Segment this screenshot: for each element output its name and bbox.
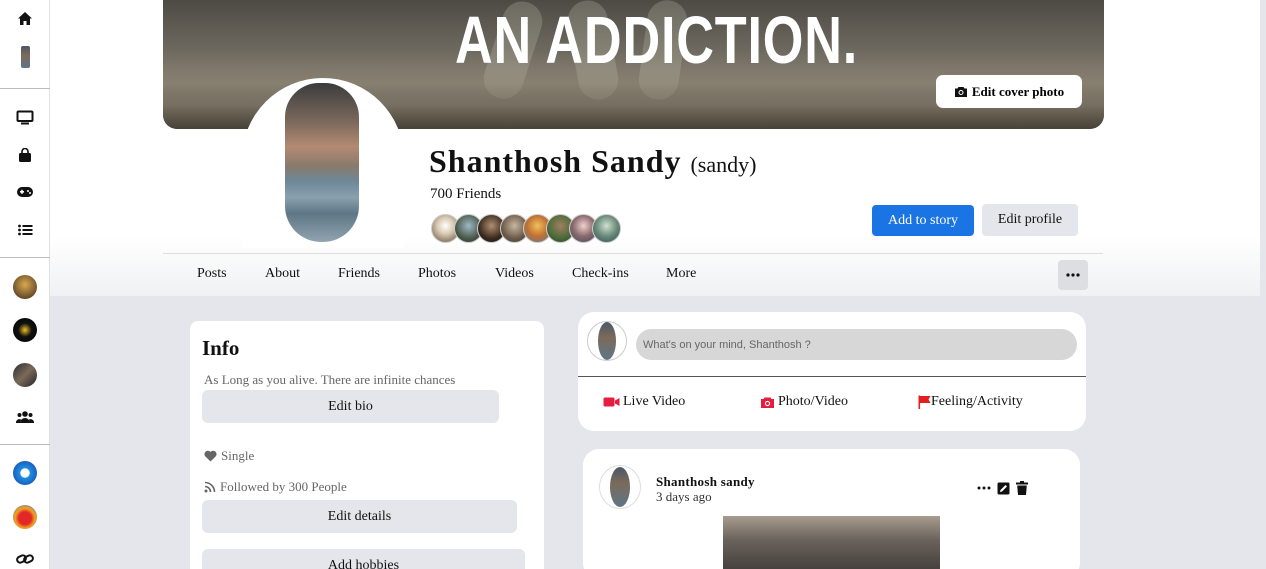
feeling-activity-label: Feeling/Activity	[931, 394, 1023, 409]
rss-icon	[204, 481, 216, 493]
add-to-story-button[interactable]: Add to story	[872, 205, 974, 236]
camera-icon	[954, 86, 967, 97]
post-author-avatar[interactable]	[599, 465, 641, 509]
profile-full-name: Shanthosh Sandy	[429, 143, 682, 179]
photo-video-button[interactable]: Photo/Video	[760, 394, 848, 410]
list-icon[interactable]	[0, 215, 50, 245]
sidebar-divider	[0, 88, 50, 89]
post-image[interactable]	[723, 516, 940, 569]
tab-friends[interactable]: Friends	[338, 266, 380, 282]
tab-check-ins[interactable]: Check-ins	[572, 266, 629, 282]
watch-icon[interactable]	[0, 102, 50, 132]
tab-videos[interactable]: Videos	[495, 266, 534, 282]
composer-avatar[interactable]	[587, 321, 627, 361]
relationship-row: Single	[204, 448, 254, 464]
shortcut-1-avatar[interactable]	[0, 272, 50, 302]
link-icon[interactable]	[0, 544, 50, 569]
flag-icon	[918, 395, 931, 409]
relationship-status: Single	[221, 448, 255, 463]
video-camera-icon	[603, 397, 620, 407]
more-icon[interactable]	[977, 486, 991, 490]
add-hobbies-button[interactable]: Add hobbies	[202, 549, 525, 569]
edit-cover-label: Edit cover photo	[971, 83, 1065, 99]
post-timestamp: 3 days ago	[656, 489, 712, 504]
tab-photos[interactable]: Photos	[418, 266, 456, 282]
whats-on-your-mind-input[interactable]	[636, 329, 1077, 360]
more-options-button[interactable]	[1058, 260, 1088, 290]
tab-divider	[163, 253, 1103, 254]
shortcut-3-avatar[interactable]	[0, 360, 50, 390]
edit-bio-button[interactable]: Edit bio	[202, 390, 499, 423]
heart-icon	[204, 450, 217, 462]
shortcut-5-avatar[interactable]	[0, 502, 50, 532]
trash-icon[interactable]	[1016, 481, 1028, 495]
edit-details-button[interactable]: Edit details	[202, 500, 517, 533]
profile-name: Shanthosh Sandy (sandy)	[429, 143, 756, 180]
bio-text: As Long as you alive. There are infinite…	[204, 372, 456, 387]
tab-about[interactable]: About	[265, 266, 300, 282]
edit-cover-photo-button[interactable]: Edit cover photo	[936, 75, 1082, 108]
shortcut-4-avatar[interactable]	[0, 458, 50, 488]
home-icon[interactable]	[0, 3, 50, 33]
followed-by: Followed by 300 People	[220, 479, 347, 494]
tab-posts[interactable]: Posts	[197, 266, 227, 282]
gaming-icon[interactable]	[0, 177, 50, 207]
live-video-label: Live Video	[623, 394, 686, 409]
friends-count[interactable]: 700 Friends	[430, 186, 501, 203]
post-author-name[interactable]: Shanthosh sandy	[656, 474, 755, 490]
left-sidebar	[0, 0, 50, 569]
edit-profile-button[interactable]: Edit profile	[982, 204, 1078, 236]
live-video-button[interactable]: Live Video	[603, 394, 685, 410]
tab-more[interactable]: More	[666, 266, 696, 282]
followers-row: Followed by 300 People	[204, 479, 347, 495]
info-card: Info As Long as you alive. There are inf…	[190, 321, 544, 569]
photo-video-label: Photo/Video	[778, 394, 848, 409]
post-composer: Live Video Photo/Video Feeling/Activity	[578, 312, 1086, 431]
profile-picture[interactable]	[285, 83, 359, 242]
post-card: Shanthosh sandy 3 days ago	[583, 449, 1080, 569]
info-title: Info	[202, 336, 240, 360]
feeling-activity-button[interactable]: Feeling/Activity	[918, 394, 1023, 410]
composer-divider	[578, 376, 1086, 377]
friend-avatars	[431, 214, 621, 244]
post-actions	[977, 481, 1028, 495]
more-icon	[1066, 273, 1080, 277]
groups-icon[interactable]	[0, 402, 50, 432]
profile-avatar[interactable]	[0, 42, 50, 72]
edit-icon[interactable]	[997, 482, 1010, 495]
cover-text: AN ADDICTION.	[455, 3, 859, 78]
profile-nickname: (sandy)	[690, 152, 757, 177]
sidebar-divider	[0, 444, 50, 445]
photo-camera-icon	[761, 397, 774, 408]
marketplace-icon[interactable]	[0, 140, 50, 170]
sidebar-divider	[0, 257, 50, 258]
friend-avatar[interactable]	[592, 214, 621, 243]
shortcut-2-avatar[interactable]	[0, 315, 50, 345]
